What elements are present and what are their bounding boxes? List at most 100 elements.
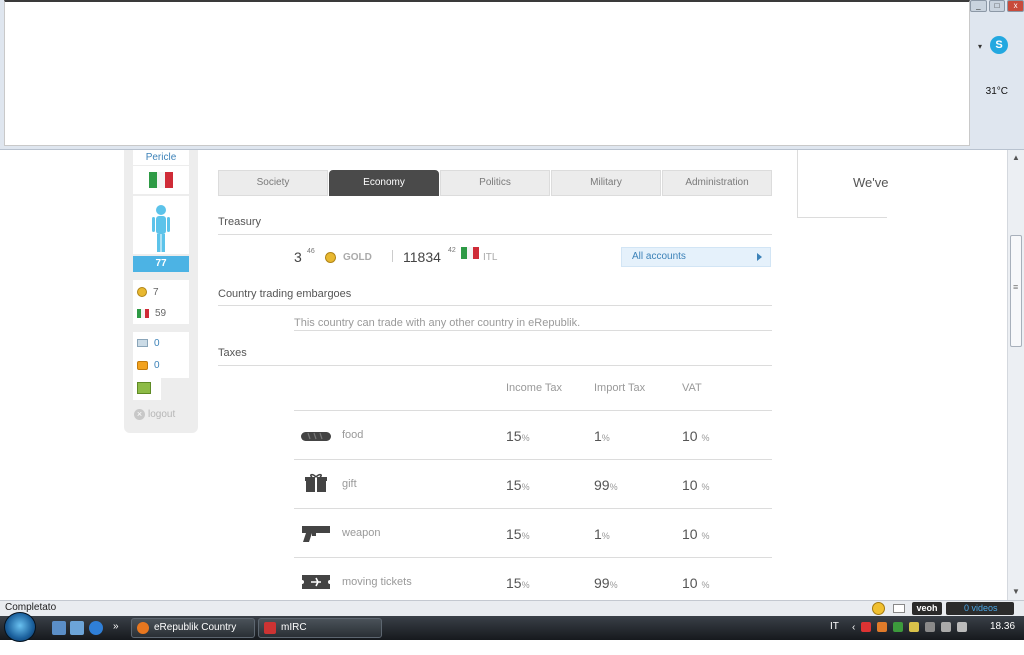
- vat-header: VAT: [682, 382, 702, 394]
- alert-icon: [137, 360, 148, 370]
- logout-link[interactable]: × logout: [134, 409, 175, 420]
- ticket-icon: [302, 575, 330, 589]
- import-tax-value: 1%: [594, 526, 610, 542]
- import-tax-value: 1%: [594, 428, 610, 444]
- mail-icon: [137, 339, 148, 347]
- import-tax-value: 99%: [594, 477, 618, 493]
- tab-society[interactable]: Society: [218, 170, 328, 196]
- show-desktop-icon[interactable]: [52, 621, 66, 635]
- citizen-name-link[interactable]: Pericle: [133, 150, 189, 165]
- network-icon[interactable]: [941, 622, 952, 632]
- messages-count: 0: [154, 337, 160, 349]
- italy-flag-icon: [137, 308, 149, 318]
- status-text: Completato: [5, 602, 57, 613]
- tray-app-icon[interactable]: [893, 622, 904, 632]
- inventory-link[interactable]: [133, 378, 161, 400]
- window-controls: _ □ x: [970, 0, 1024, 12]
- treasury-itl-label: ITL: [483, 252, 498, 263]
- weather-temperature: 31°C: [985, 86, 1008, 97]
- wallet-summary[interactable]: 7 59: [133, 280, 189, 324]
- taskbar-item-label: eRepublik Country E...: [154, 622, 237, 651]
- import-tax-value: 99%: [594, 575, 618, 591]
- clock[interactable]: 18.36: [990, 621, 1015, 632]
- citizen-figure-icon: [152, 205, 170, 252]
- page-scrollbar[interactable]: ▲ ▼: [1007, 150, 1024, 600]
- vat-value: 10 %: [682, 575, 710, 591]
- screen-icon[interactable]: [893, 604, 905, 613]
- videos-button[interactable]: 0 videos: [946, 602, 1014, 615]
- tray-app-icon[interactable]: [861, 622, 872, 632]
- vat-value: 10 %: [682, 526, 710, 542]
- maximize-button[interactable]: □: [988, 0, 1006, 12]
- right-panel-text: We've: [853, 175, 889, 190]
- skype-icon[interactable]: S: [990, 36, 1008, 54]
- product-name: weapon: [342, 527, 381, 539]
- alerts-row[interactable]: 0: [137, 358, 160, 372]
- minimize-button[interactable]: _: [970, 0, 987, 12]
- gold-coin-icon: [137, 287, 147, 297]
- taxes-table: Income Tax Import Tax VAT food 15% 1% 10…: [294, 374, 772, 607]
- product-name: moving tickets: [342, 576, 412, 588]
- chevron-down-icon[interactable]: ▾: [978, 42, 982, 51]
- tab-military[interactable]: Military: [551, 170, 661, 196]
- user-sidebar: Pericle 77 7 59 0 0 × logout: [124, 150, 198, 433]
- vat-value: 10 %: [682, 477, 710, 493]
- windows-taskbar: » eRepublik Country E... mIRC IT ‹ 18.36: [0, 612, 1024, 651]
- income-tax-header: Income Tax: [506, 382, 563, 394]
- switch-windows-icon[interactable]: [70, 621, 84, 635]
- blank-overlay: [4, 0, 970, 146]
- taxes-heading: Taxes: [218, 347, 772, 366]
- currency-balance-row: 59: [137, 306, 166, 320]
- internet-explorer-icon[interactable]: [89, 621, 103, 635]
- embargoes-text: This country can trade with any other co…: [294, 317, 772, 331]
- table-row: gift 15% 99% 10 %: [294, 460, 772, 509]
- tray-app-icon[interactable]: [877, 622, 888, 632]
- tab-administration[interactable]: Administration: [662, 170, 772, 196]
- system-tray: ‹: [852, 622, 968, 633]
- treasury-gold-value: 3: [294, 249, 302, 265]
- product-name: gift: [342, 478, 357, 490]
- treasury-heading: Treasury: [218, 216, 772, 235]
- gold-coin-icon: [325, 252, 336, 263]
- vat-value: 10 %: [682, 428, 710, 444]
- embargoes-heading: Country trading embargoes: [218, 288, 772, 306]
- taskbar-item-browser[interactable]: eRepublik Country E...: [131, 618, 255, 651]
- scroll-thumb[interactable]: [1010, 235, 1022, 347]
- toolbar-right-icons: S ▾ 31°C: [970, 28, 1016, 138]
- italy-flag-icon: [461, 247, 479, 259]
- gun-icon: [302, 526, 330, 542]
- alerts-count: 0: [154, 359, 160, 371]
- italy-flag-icon: [149, 172, 173, 188]
- notifications-box: 0 0: [133, 332, 189, 378]
- currency-balance: 59: [155, 307, 167, 319]
- tab-politics[interactable]: Politics: [440, 170, 550, 196]
- avatar[interactable]: [133, 196, 189, 254]
- right-side-panel: We've: [797, 150, 889, 218]
- tab-economy[interactable]: Economy: [329, 170, 439, 196]
- treasury-gold-decimals: 46: [307, 248, 315, 255]
- tray-app-icon[interactable]: [925, 622, 936, 632]
- taskbar-item-mirc[interactable]: mIRC: [258, 618, 382, 638]
- close-icon: ×: [134, 409, 145, 420]
- volume-icon[interactable]: [957, 622, 968, 632]
- treasury-itl-decimals: 42: [448, 247, 456, 254]
- country-tabs: Society Economy Politics Military Admini…: [218, 170, 772, 196]
- gift-icon: [305, 473, 327, 492]
- start-button[interactable]: [4, 612, 36, 642]
- mirc-icon: [264, 622, 276, 634]
- chevron-left-icon[interactable]: ‹: [852, 622, 855, 633]
- messages-row[interactable]: 0: [137, 336, 160, 350]
- language-indicator[interactable]: IT: [830, 621, 839, 632]
- all-accounts-button[interactable]: All accounts: [621, 247, 771, 267]
- tray-app-icon[interactable]: [909, 622, 920, 632]
- taskbar-item-label: mIRC: [281, 622, 307, 633]
- smiley-icon[interactable]: [872, 602, 885, 615]
- scroll-down-arrow-icon[interactable]: ▼: [1008, 584, 1024, 600]
- treasury-itl-value: 11834: [403, 249, 441, 265]
- income-tax-value: 15%: [506, 526, 530, 542]
- veoh-button[interactable]: veoh: [912, 602, 942, 615]
- income-tax-value: 15%: [506, 477, 530, 493]
- scroll-up-arrow-icon[interactable]: ▲: [1008, 150, 1024, 166]
- close-button[interactable]: x: [1007, 0, 1024, 12]
- chevron-right-icon[interactable]: »: [113, 621, 127, 635]
